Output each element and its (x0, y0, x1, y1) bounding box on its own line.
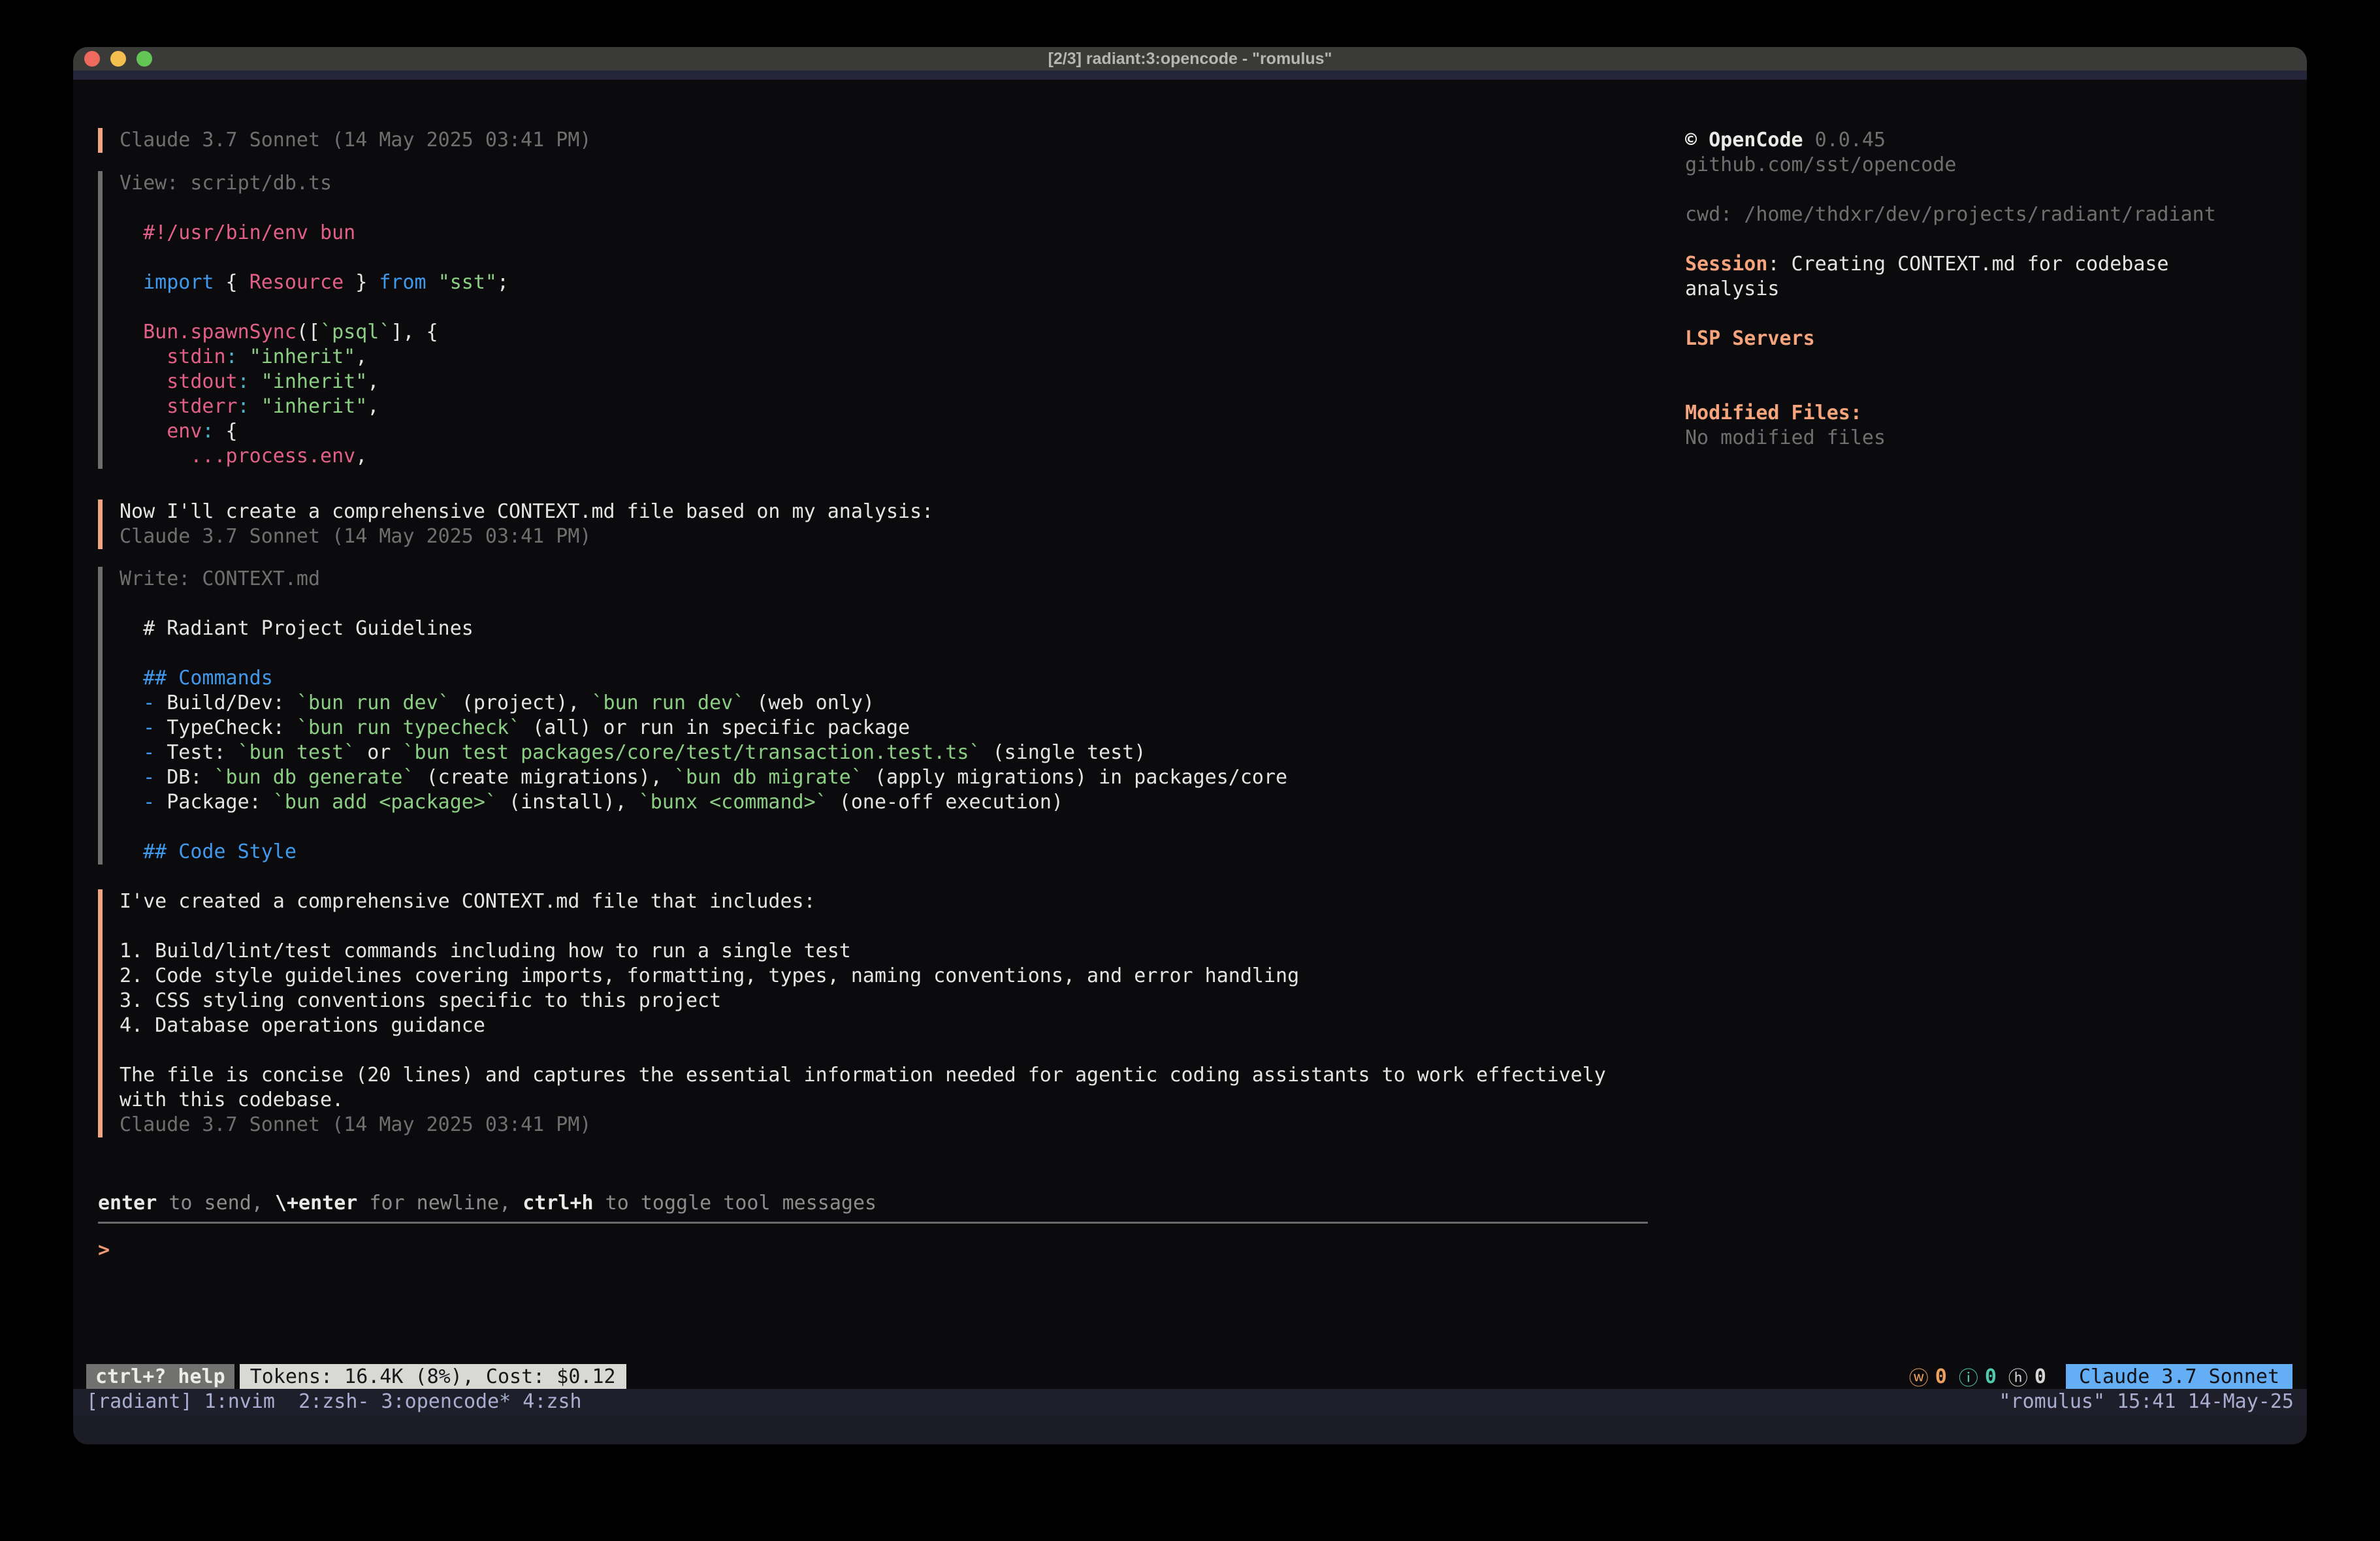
tool-view-block: View: script/db.ts #!/usr/bin/env bun im… (98, 171, 509, 469)
session-sidebar: © OpenCode 0.0.45github.com/sst/opencode… (1685, 128, 2292, 451)
text-line: stdout: "inherit", (120, 370, 509, 394)
text-line (120, 914, 1606, 939)
message-input[interactable]: > (98, 1229, 1648, 1272)
text-line: Now I'll create a comprehensive CONTEXT.… (120, 500, 933, 524)
text-line: View: script/db.ts (120, 171, 509, 196)
text-line: © OpenCode 0.0.45 (1685, 128, 2292, 153)
text-line: Modified Files: (1685, 401, 2292, 426)
text-line (120, 196, 509, 221)
zoom-button[interactable] (137, 51, 152, 67)
text-line: Session: Creating CONTEXT.md for codebas… (1685, 252, 2292, 277)
prompt-caret-icon: > (98, 1239, 110, 1262)
tmux-session-clock: "romulus" 15:41 14-May-25 (1999, 1389, 2294, 1415)
text-line (120, 815, 1287, 840)
text-line (120, 641, 1287, 666)
input-separator (98, 1222, 1648, 1224)
text-line: import { Resource } from "sst"; (120, 270, 509, 295)
text-line: Bun.spawnSync([`psql`], { (120, 320, 509, 345)
status-bar-left: ctrl+? help Tokens: 16.4K (8%), Cost: $0… (86, 1364, 626, 1389)
diagnostic-info: ⓘ0 (1959, 1362, 1997, 1391)
info-count: 0 (1985, 1365, 1997, 1388)
text-line (1685, 302, 2292, 326)
text-line: github.com/sst/opencode (1685, 153, 2292, 178)
status-bar-right: ⓦ0ⓘ0ⓗ0 Claude 3.7 Sonnet (1909, 1364, 2292, 1389)
window-title: [2/3] radiant:3:opencode - "romulus" (1048, 50, 1332, 69)
message-meta-block-1: Claude 3.7 Sonnet (14 May 2025 03:41 PM) (98, 128, 591, 153)
text-line: stderr: "inherit", (120, 394, 509, 419)
text-line: ## Code Style (120, 840, 1287, 865)
titlebar[interactable]: [2/3] radiant:3:opencode - "romulus" (73, 47, 2307, 71)
text-line: - TypeCheck: `bun run typecheck` (all) o… (120, 716, 1287, 740)
text-line (1685, 178, 2292, 202)
text-line: - Build/Dev: `bun run dev` (project), `b… (120, 691, 1287, 716)
text-line: Claude 3.7 Sonnet (14 May 2025 03:41 PM) (120, 128, 591, 153)
model-badge[interactable]: Claude 3.7 Sonnet (2066, 1364, 2292, 1389)
keybinding-hint-line: enter to send, \+enter for newline, ctrl… (98, 1191, 876, 1216)
text-line: - DB: `bun db generate` (create migratio… (120, 765, 1287, 790)
text-line: enter to send, \+enter for newline, ctrl… (98, 1191, 876, 1216)
text-line: stdin: "inherit", (120, 345, 509, 370)
text-line: 2. Code style guidelines covering import… (120, 964, 1606, 989)
text-line (120, 1038, 1606, 1063)
warnings-count: 0 (1935, 1365, 1947, 1388)
help-chip[interactable]: ctrl+? help (86, 1364, 234, 1389)
diagnostic-hints: ⓗ0 (2008, 1362, 2046, 1391)
tmux-status-bar: [radiant] 1:nvim 2:zsh- 3:opencode* 4:zs… (73, 1389, 2307, 1415)
terminal-window: [2/3] radiant:3:opencode - "romulus" Cla… (73, 47, 2307, 1444)
info-icon: ⓘ (1959, 1362, 1978, 1391)
text-line (1685, 227, 2292, 252)
text-line: 3. CSS styling conventions specific to t… (120, 989, 1606, 1013)
text-line: cwd: /home/thdxr/dev/projects/radiant/ra… (1685, 202, 2292, 227)
text-line (120, 295, 509, 320)
tokens-cost-chip: Tokens: 16.4K (8%), Cost: $0.12 (240, 1364, 626, 1389)
text-line (1685, 351, 2292, 376)
minimize-button[interactable] (110, 51, 126, 67)
text-line: - Test: `bun test` or `bun test packages… (120, 740, 1287, 765)
text-line: #!/usr/bin/env bun (120, 221, 509, 246)
text-line (120, 246, 509, 270)
tool-write-block: Write: CONTEXT.md # Radiant Project Guid… (98, 567, 1287, 865)
text-line: Claude 3.7 Sonnet (14 May 2025 03:41 PM) (120, 524, 933, 549)
warnings-icon: ⓦ (1909, 1362, 1929, 1391)
text-line: ## Commands (120, 666, 1287, 691)
text-line: - Package: `bun add <package>` (install)… (120, 790, 1287, 815)
text-line: 4. Database operations guidance (120, 1013, 1606, 1038)
diagnostics-group: ⓦ0ⓘ0ⓗ0 (1909, 1362, 2046, 1391)
text-line: analysis (1685, 277, 2292, 302)
terminal-padding-strip (73, 71, 2307, 80)
text-line: The file is concise (20 lines) and captu… (120, 1063, 1606, 1088)
text-line (120, 592, 1287, 616)
text-line: No modified files (1685, 426, 2292, 451)
diagnostic-warnings: ⓦ0 (1909, 1362, 1947, 1391)
text-line: I've created a comprehensive CONTEXT.md … (120, 889, 1606, 914)
text-line: ...process.env, (120, 444, 509, 469)
hints-icon: ⓗ (2008, 1362, 2028, 1391)
text-line: # Radiant Project Guidelines (120, 616, 1287, 641)
text-line: LSP Servers (1685, 326, 2292, 351)
text-line (1685, 376, 2292, 401)
text-line: with this codebase. (120, 1088, 1606, 1113)
close-button[interactable] (84, 51, 100, 67)
text-line: 1. Build/lint/test commands including ho… (120, 939, 1606, 964)
text-line: env: { (120, 419, 509, 444)
text-line: Claude 3.7 Sonnet (14 May 2025 03:41 PM) (120, 1113, 1606, 1137)
text-line: Write: CONTEXT.md (120, 567, 1287, 592)
tmux-window-list[interactable]: [radiant] 1:nvim 2:zsh- 3:opencode* 4:zs… (86, 1389, 582, 1415)
assistant-text-block-2: I've created a comprehensive CONTEXT.md … (98, 889, 1606, 1137)
assistant-text-block-1: Now I'll create a comprehensive CONTEXT.… (98, 500, 933, 549)
terminal-footer: [radiant] 1:nvim 2:zsh- 3:opencode* 4:zs… (73, 1389, 2307, 1444)
status-bar: ctrl+? help Tokens: 16.4K (8%), Cost: $0… (73, 1364, 2307, 1389)
hints-count: 0 (2034, 1365, 2046, 1388)
